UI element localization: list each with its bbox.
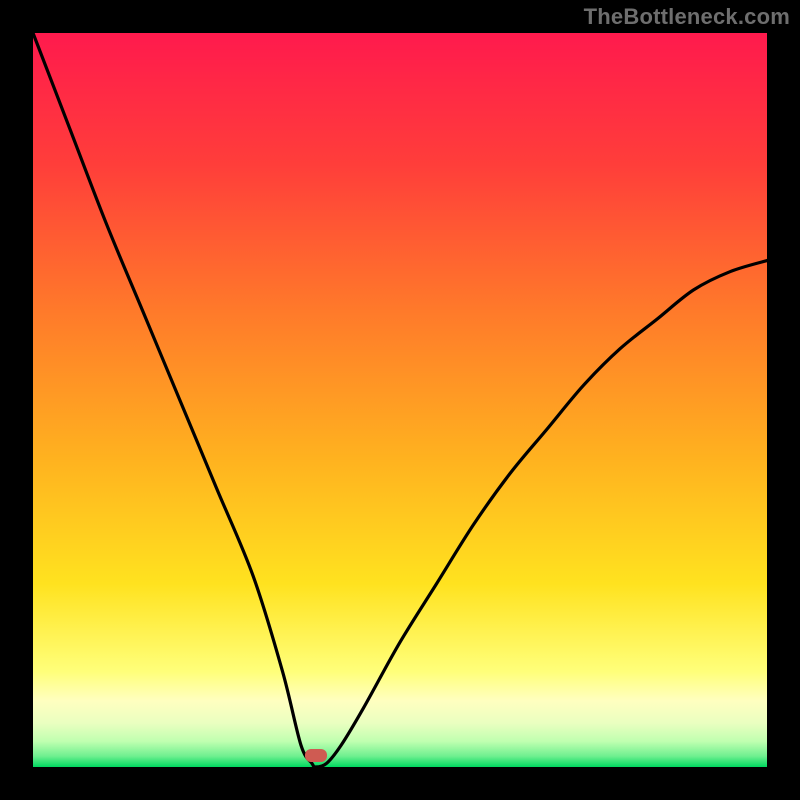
optimum-marker bbox=[305, 749, 327, 762]
bottleneck-curve bbox=[33, 33, 767, 767]
plot-area bbox=[33, 33, 767, 767]
chart-frame: TheBottleneck.com bbox=[0, 0, 800, 800]
watermark-text: TheBottleneck.com bbox=[584, 4, 790, 30]
